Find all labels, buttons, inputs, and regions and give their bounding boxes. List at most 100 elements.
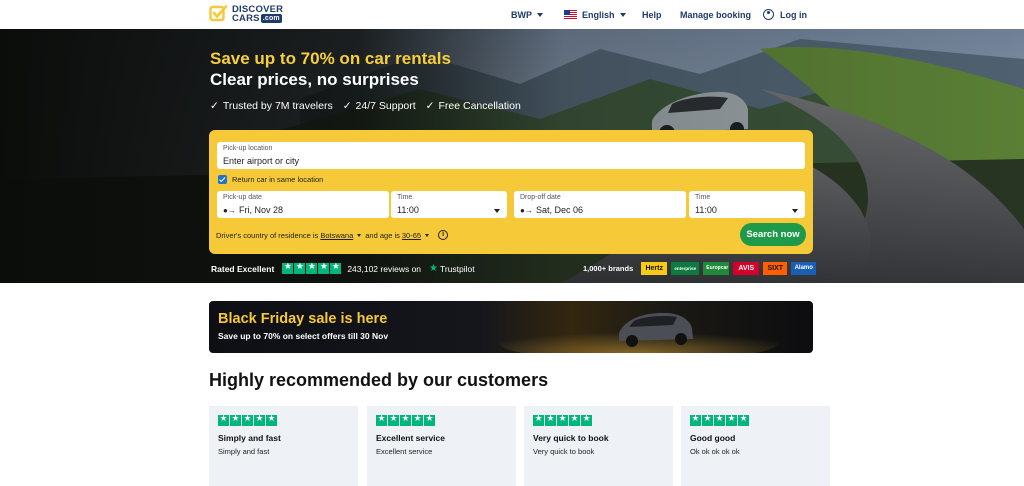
search-form: Pick-up location Enter airport or city R… (209, 130, 813, 254)
review-title: Very quick to book (533, 433, 609, 443)
brands-row: 1,000+ brands Hertz enterprise Europcar … (583, 262, 817, 275)
age-prefix: and age is (365, 230, 400, 240)
review-text: Simply and fast (218, 447, 270, 456)
brands-count: 1,000+ brands (583, 264, 634, 273)
logo-check-icon (209, 4, 228, 23)
star-icon (282, 262, 294, 274)
star-icon (388, 414, 399, 426)
chevron-down-icon (619, 12, 626, 17)
star-icon (533, 414, 544, 426)
pickup-date-label: Pick-up date (223, 194, 262, 201)
residence-country-selector[interactable]: Botswana (320, 231, 353, 240)
checkmark-icon: ✓ (210, 100, 219, 112)
black-friday-banner[interactable]: Black Friday sale is here Save up to 70%… (209, 301, 813, 353)
car-pickup-icon: ●→ (223, 206, 236, 215)
dropoff-time-value: 11:00 (695, 205, 717, 215)
star-icon (218, 414, 229, 426)
trustpilot-logo[interactable]: ★ Trustpilot (429, 263, 475, 274)
top-header: DISCOVER CARS .com BWP English Help Mana… (0, 0, 1024, 29)
star-icon (294, 262, 306, 274)
dropoff-time-field[interactable]: Time 11:00 (689, 191, 805, 218)
trust-row: Rated Excellent 243,102 reviews on ★ Tru… (211, 262, 475, 274)
pickup-location-input[interactable]: Enter airport or city (223, 156, 299, 166)
review-stars (376, 414, 435, 426)
chevron-down-icon (425, 233, 430, 237)
star-icon (424, 414, 435, 426)
star-icon (702, 414, 713, 426)
dropoff-time-label: Time (695, 194, 711, 201)
manage-booking-link[interactable]: Manage booking (680, 0, 751, 29)
review-card: Simply and fast Simply and fast (209, 406, 358, 486)
star-icon (242, 414, 253, 426)
chevron-down-icon (792, 209, 798, 213)
trustpilot-stars (282, 262, 342, 274)
chevron-down-icon (537, 12, 543, 17)
star-icon (569, 414, 580, 426)
residence-prefix: Driver's country of residence is (216, 230, 319, 240)
login-button[interactable]: Log in (763, 0, 807, 29)
star-icon (318, 262, 330, 274)
brand-logo-enterprise: enterprise (671, 262, 700, 275)
us-flag-icon (564, 10, 577, 19)
star-icon (726, 414, 737, 426)
logo-com: .com (260, 13, 282, 23)
star-icon (714, 414, 725, 426)
pickup-date-value: Fri, Nov 28 (239, 205, 284, 215)
language-selector[interactable]: English (564, 0, 626, 29)
age-range-selector[interactable]: 30-65 (402, 231, 421, 240)
review-text: Very quick to book (533, 447, 595, 456)
star-icon (557, 414, 568, 426)
pickup-location-field[interactable]: Pick-up location Enter airport or city (217, 142, 805, 169)
brand-logo-avis: AVIS (733, 262, 760, 275)
star-icon (738, 414, 749, 426)
brand-logo-hertz: Hertz (641, 262, 668, 275)
review-title: Simply and fast (218, 433, 281, 443)
pickup-time-label: Time (397, 194, 413, 201)
dropoff-date-field[interactable]: Drop-off date ●→ Sat, Dec 06 (514, 191, 686, 218)
car-dropoff-icon: ●→ (520, 206, 533, 215)
help-link[interactable]: Help (642, 0, 662, 29)
star-icon (412, 414, 423, 426)
star-icon (545, 414, 556, 426)
currency-selector[interactable]: BWP (511, 0, 543, 29)
review-title: Good good (690, 433, 736, 443)
language-label: English (582, 9, 615, 20)
reviews-count: 243,102 reviews on (347, 263, 422, 274)
return-same-location-label: Return car in same location (232, 175, 324, 184)
review-card: Excellent service Excellent service (367, 406, 516, 486)
hero-title: Save up to 70% on car rentals (210, 49, 451, 68)
star-icon (330, 262, 342, 274)
currency-label: BWP (511, 9, 532, 20)
star-icon (266, 414, 277, 426)
star-icon (306, 262, 318, 274)
banner-title: Black Friday sale is here (218, 311, 388, 327)
brand-logo-alamo: Alamo (791, 262, 817, 275)
return-same-location-row[interactable]: Return car in same location (218, 175, 323, 184)
chevron-down-icon (494, 209, 500, 213)
review-stars (690, 414, 749, 426)
brand-logo-europcar: Europcar (703, 262, 730, 275)
perk-item: ✓ Free Cancellation (425, 100, 521, 112)
review-text: Ok ok ok ok ok (690, 447, 740, 456)
banner-car-image (499, 312, 779, 353)
star-icon (254, 414, 265, 426)
info-icon[interactable]: i (438, 230, 449, 240)
return-same-location-checkbox[interactable] (218, 175, 227, 184)
perk-item: ✓ Trusted by 7M travelers (210, 100, 333, 112)
checkmark-icon: ✓ (425, 100, 435, 112)
star-icon (400, 414, 411, 426)
rated-excellent-label: Rated Excellent (211, 263, 275, 274)
pickup-time-field[interactable]: Time 11:00 (391, 191, 507, 218)
reviews-section-title: Highly recommended by our customers (209, 370, 549, 390)
chevron-down-icon (357, 233, 362, 237)
user-icon (763, 9, 774, 20)
star-icon (376, 414, 387, 426)
review-stars (533, 414, 592, 426)
search-now-button[interactable]: Search now (740, 223, 806, 246)
pickup-date-field[interactable]: Pick-up date ●→ Fri, Nov 28 (217, 191, 389, 218)
review-text: Excellent service (376, 447, 433, 456)
discovercars-logo[interactable]: DISCOVER CARS .com (209, 4, 283, 23)
star-icon (581, 414, 592, 426)
hero-subtitle: Clear prices, no surprises (210, 70, 419, 89)
hero-perks: ✓ Trusted by 7M travelers ✓ 24/7 Support ✓… (210, 100, 521, 112)
